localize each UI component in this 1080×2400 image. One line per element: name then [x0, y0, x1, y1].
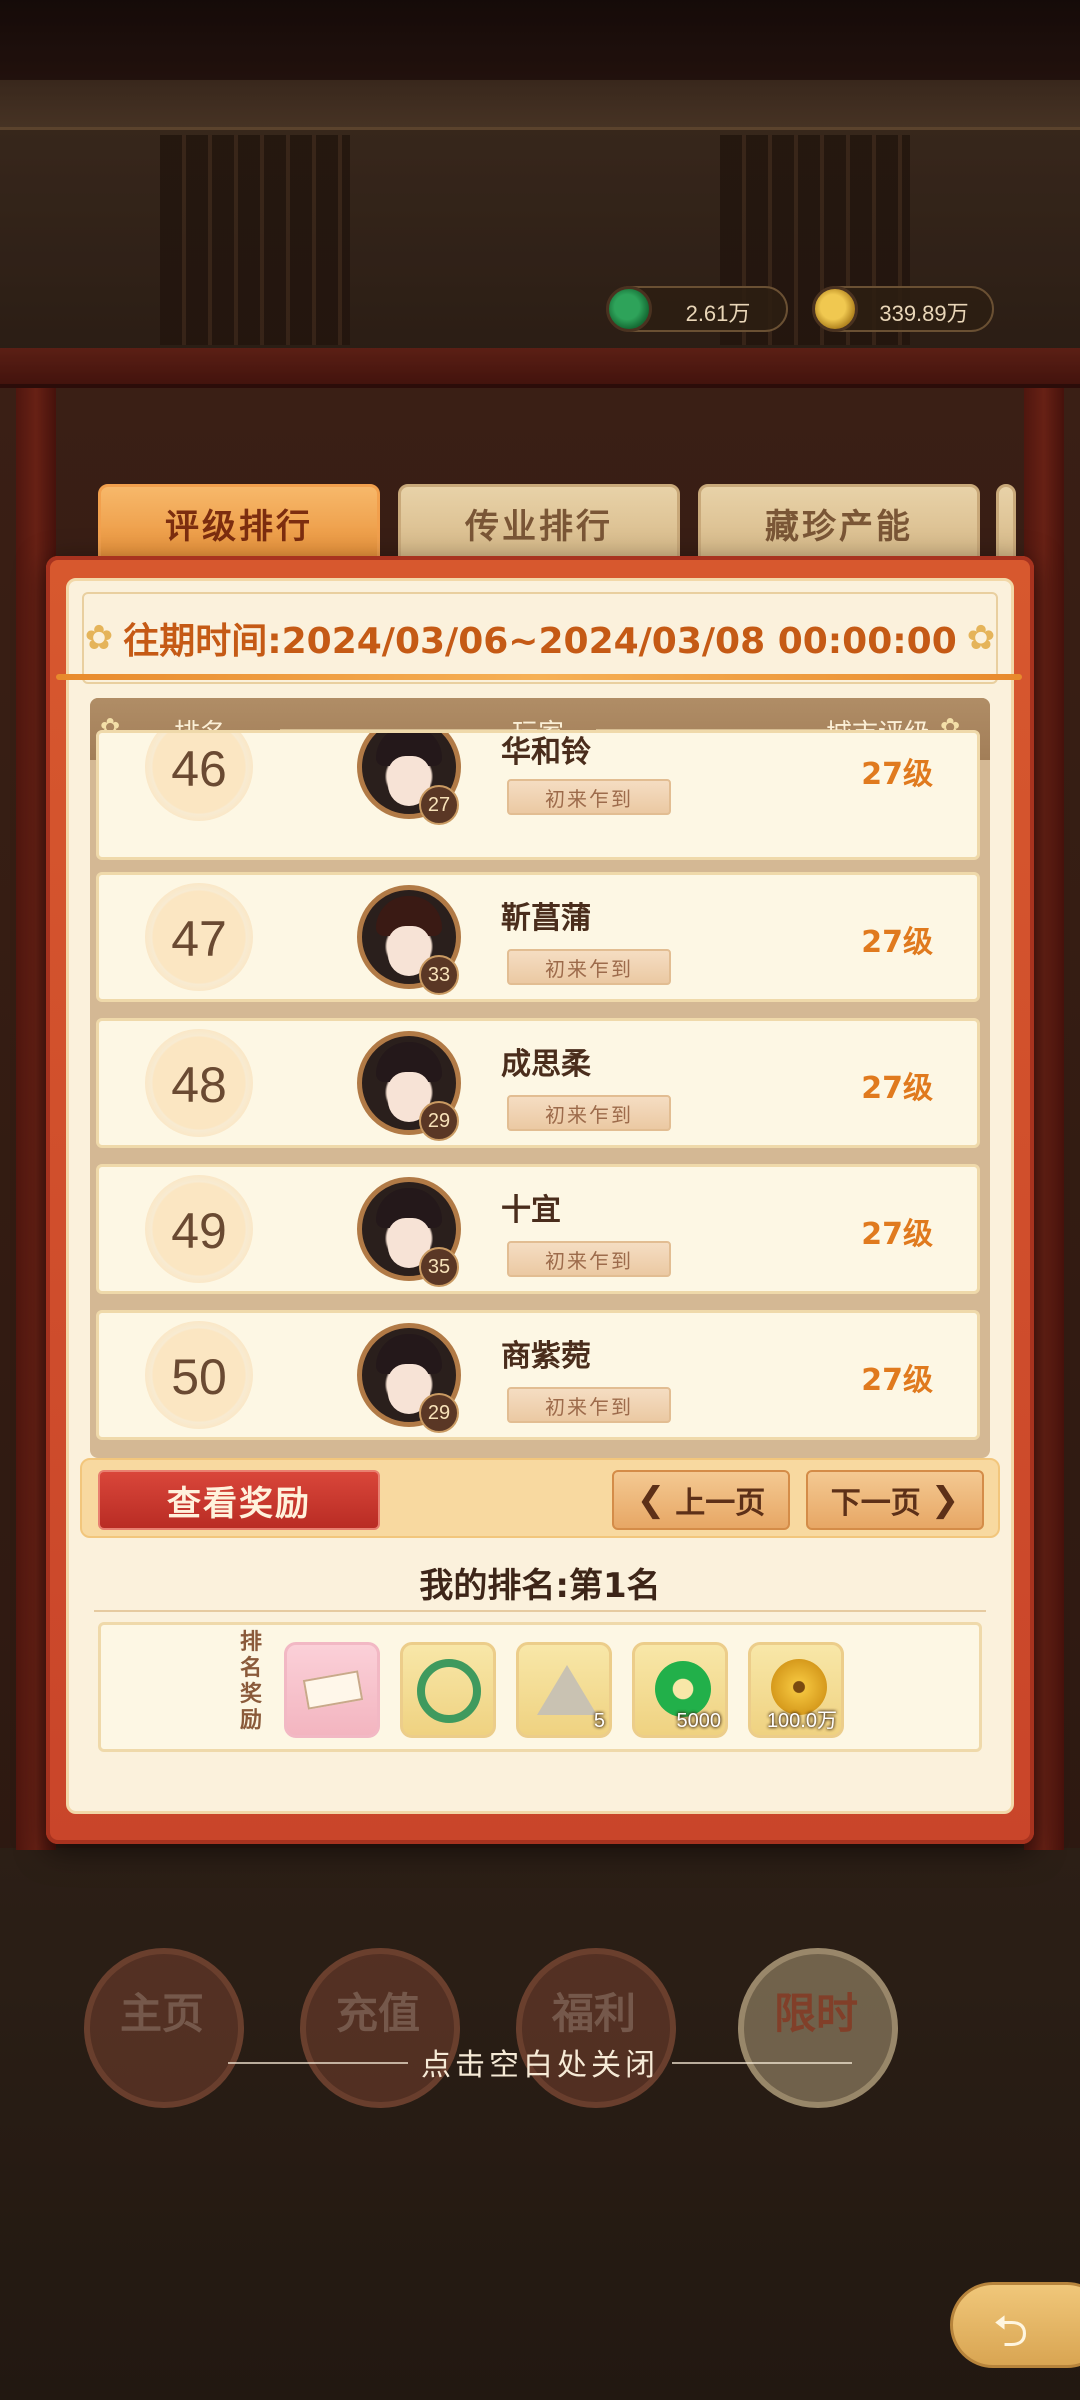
my-rank-text: 我的排名:第1名 — [419, 1566, 661, 1606]
table-row[interactable]: 50 29 商紫菀 初来乍到 27级 — [96, 1310, 980, 1440]
table-row[interactable]: 49 35 十宜 初来乍到 27级 — [96, 1164, 980, 1294]
player-name: 华和铃 — [501, 735, 591, 770]
reward-item[interactable]: 5 — [516, 1642, 612, 1738]
city-grade: 27级 — [861, 1071, 933, 1106]
period-text: 往期时间:2024/03/06~2024/03/08 00:00:00 — [123, 621, 957, 662]
back-button[interactable]: ⮌ — [950, 2282, 1080, 2368]
jade-bracelet-icon — [417, 1659, 481, 1723]
chevron-left-icon: ❮ — [636, 1480, 666, 1520]
rank-reward-label: 排名奖励 — [239, 1630, 262, 1733]
city-grade: 27级 — [861, 1217, 933, 1252]
reward-qty: 5000 — [676, 1710, 722, 1732]
gold-currency-value: 339.89万 — [879, 301, 969, 326]
tab-treasure-capacity[interactable]: 藏珍产能 — [698, 484, 980, 562]
player-name: 成思柔 — [501, 1047, 591, 1082]
period-banner: ✿ 往期时间:2024/03/06~2024/03/08 00:00:00 ✿ — [82, 592, 998, 684]
next-page-button[interactable]: 下一页 ❯ — [806, 1470, 984, 1530]
tab-label: 传业排行 — [465, 506, 613, 547]
gold-currency: 339.89万 — [812, 286, 994, 332]
tab-more[interactable] — [996, 484, 1016, 562]
player-name: 十宜 — [501, 1193, 561, 1228]
view-reward-button[interactable]: 查看奖励 — [98, 1470, 380, 1530]
city-grade: 27级 — [861, 925, 933, 960]
rank-badge: 48 — [145, 1029, 253, 1137]
reward-item[interactable] — [400, 1642, 496, 1738]
flower-icon: ✿ — [84, 618, 114, 658]
rank-number: 50 — [171, 1349, 227, 1405]
tab-label: 藏珍产能 — [765, 506, 913, 547]
table-row[interactable]: 48 29 成思柔 初来乍到 27级 — [96, 1018, 980, 1148]
gold-coin-icon — [812, 286, 858, 332]
rank-number: 49 — [171, 1203, 227, 1259]
tab-grade-ranking[interactable]: 评级排行 — [98, 484, 380, 562]
jade-coin-icon — [606, 286, 652, 332]
tab-label: 评级排行 — [165, 506, 313, 547]
city-grade: 27级 — [861, 1363, 933, 1398]
rank-number: 46 — [171, 741, 227, 797]
level-badge: 29 — [419, 1393, 459, 1433]
title-plaque-icon — [302, 1670, 364, 1710]
reward-qty: 5 — [593, 1710, 605, 1732]
next-page-label: 下一页 — [830, 1486, 921, 1521]
divider — [672, 2062, 852, 2064]
reward-item[interactable]: 100.0万 — [748, 1642, 844, 1738]
table-row[interactable]: 47 33 靳菖蒲 初来乍到 27级 — [96, 872, 980, 1002]
jade-coin-icon — [655, 1661, 711, 1717]
divider — [56, 674, 1022, 680]
tent-icon — [537, 1665, 597, 1715]
rank-number: 47 — [171, 911, 227, 967]
player-name: 靳菖蒲 — [501, 901, 591, 936]
divider — [94, 1610, 986, 1612]
player-title: 初来乍到 — [507, 1241, 671, 1277]
chevron-right-icon: ❯ — [930, 1480, 960, 1520]
tab-career-ranking[interactable]: 传业排行 — [398, 484, 680, 562]
reward-item[interactable] — [284, 1642, 380, 1738]
level-badge: 29 — [419, 1101, 459, 1141]
level-badge: 35 — [419, 1247, 459, 1287]
level-badge: 27 — [419, 785, 459, 825]
city-grade: 27级 — [861, 757, 933, 792]
reward-qty: 100.0万 — [766, 1710, 837, 1732]
level-badge: 33 — [419, 955, 459, 995]
jade-currency-value: 2.61万 — [685, 301, 751, 326]
player-title: 初来乍到 — [507, 949, 671, 985]
player-name: 商紫菀 — [501, 1339, 591, 1374]
rank-badge: 47 — [145, 883, 253, 991]
rank-badge: 49 — [145, 1175, 253, 1283]
rank-badge: 50 — [145, 1321, 253, 1429]
rank-number: 48 — [171, 1057, 227, 1113]
prev-page-label: 上一页 — [675, 1486, 766, 1521]
jade-currency: 2.61万 — [606, 286, 788, 332]
close-hint[interactable]: 点击空白处关闭 — [0, 2040, 1080, 2084]
rank-badge: 46 — [145, 733, 253, 821]
player-title: 初来乍到 — [507, 1095, 671, 1131]
player-title: 初来乍到 — [507, 1387, 671, 1423]
back-arrow-icon: ⮌ — [993, 2306, 1029, 2357]
table-row[interactable]: 46 27 华和铃 初来乍到 27级 — [96, 730, 980, 860]
reward-item[interactable]: 5000 — [632, 1642, 728, 1738]
player-title: 初来乍到 — [507, 779, 671, 815]
flower-icon: ✿ — [966, 618, 996, 658]
prev-page-button[interactable]: ❮ 上一页 — [612, 1470, 790, 1530]
